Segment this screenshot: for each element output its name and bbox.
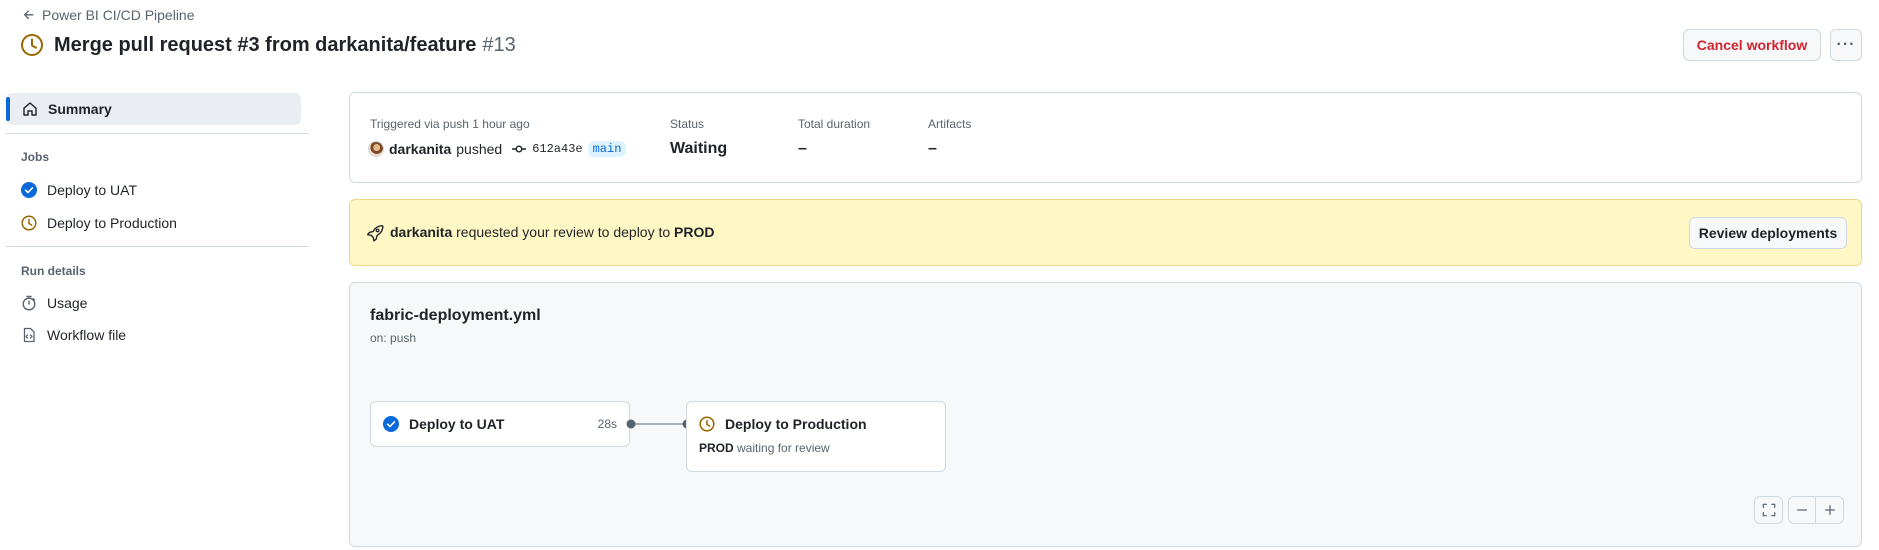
jobs-heading: Jobs <box>21 150 50 164</box>
review-text: requested your review to deploy to <box>456 224 671 240</box>
sidebar-item-label: Summary <box>48 101 112 117</box>
status-label: Status <box>670 117 705 131</box>
job-environment: PROD <box>699 441 734 455</box>
trigger-text: Triggered via push 1 hour ago <box>370 117 530 131</box>
review-deployments-button[interactable]: Review deployments <box>1689 217 1847 249</box>
commit-sha-link[interactable]: 612a43e <box>532 142 582 156</box>
run-details-heading: Run details <box>21 264 86 278</box>
stopwatch-icon <box>21 295 37 311</box>
check-circle-icon <box>383 416 399 432</box>
job-detail: waiting for review <box>737 441 830 455</box>
clock-icon <box>699 416 715 432</box>
review-banner: darkanita requested your review to deplo… <box>349 199 1862 266</box>
workflow-trigger: on: push <box>370 331 417 345</box>
job-duration: 28s <box>597 417 617 431</box>
kebab-horizontal-icon: ··· <box>1836 36 1856 53</box>
zoom-out-button[interactable] <box>1789 497 1816 523</box>
workflow-file-name[interactable]: fabric-deployment.yml <box>370 307 541 325</box>
job-card-deploy-production[interactable]: Deploy to Production PROD waiting for re… <box>686 401 946 472</box>
git-commit-icon <box>511 141 527 157</box>
status-value: Waiting <box>670 140 728 157</box>
job-card-deploy-uat[interactable]: Deploy to UAT 28s <box>370 401 630 447</box>
fullscreen-control <box>1754 496 1783 524</box>
sidebar-item-label: Deploy to Production <box>47 215 177 231</box>
run-summary-card: Triggered via push 1 hour ago darkanita … <box>349 92 1862 183</box>
zoom-in-button[interactable] <box>1816 497 1843 523</box>
workflow-graph: fabric-deployment.yml on: push Deploy to… <box>349 282 1862 547</box>
sidebar-divider <box>6 133 309 134</box>
fullscreen-button[interactable] <box>1755 497 1782 523</box>
page-title: Merge pull request #3 from darkanita/fea… <box>20 33 516 57</box>
sidebar-item-deploy-uat[interactable]: Deploy to UAT <box>21 179 137 201</box>
sidebar-item-usage[interactable]: Usage <box>21 292 87 314</box>
clock-icon <box>21 215 37 231</box>
avatar[interactable] <box>368 141 384 157</box>
run-number: #13 <box>482 33 516 56</box>
job-connector <box>626 419 692 429</box>
job-name: Deploy to UAT <box>409 416 505 432</box>
sidebar-item-label: Workflow file <box>47 327 127 343</box>
file-code-icon <box>21 327 37 343</box>
sidebar-item-label: Usage <box>47 295 88 311</box>
clock-icon <box>20 33 44 57</box>
screen-full-icon <box>1762 503 1776 517</box>
sidebar-item-label: Deploy to UAT <box>47 182 137 198</box>
check-circle-icon <box>21 182 37 198</box>
artifacts-label: Artifacts <box>928 117 972 131</box>
pushed-text: pushed <box>456 141 503 157</box>
sidebar-item-summary[interactable]: Summary <box>6 93 301 125</box>
push-info: darkanita pushed 612a43e main <box>368 141 627 157</box>
sidebar-item-deploy-production[interactable]: Deploy to Production <box>21 212 177 234</box>
sidebar-item-workflow-file[interactable]: Workflow file <box>21 324 126 346</box>
run-title: Merge pull request #3 from darkanita/fea… <box>54 33 477 56</box>
review-message: darkanita requested your review to deplo… <box>390 224 715 240</box>
back-link[interactable]: Power BI CI/CD Pipeline <box>22 7 195 23</box>
review-actor[interactable]: darkanita <box>390 224 452 240</box>
more-options-button[interactable]: ··· <box>1830 29 1862 61</box>
arrow-left-icon <box>22 8 36 22</box>
back-link-label: Power BI CI/CD Pipeline <box>42 7 195 23</box>
dash-icon <box>1795 503 1809 517</box>
cancel-workflow-button[interactable]: Cancel workflow <box>1683 29 1821 61</box>
duration-label: Total duration <box>798 117 871 131</box>
job-name: Deploy to Production <box>725 416 867 432</box>
zoom-controls <box>1788 496 1844 524</box>
sidebar-divider <box>6 246 309 247</box>
plus-icon <box>1823 503 1837 517</box>
review-environment: PROD <box>674 224 715 240</box>
duration-value: – <box>798 140 807 157</box>
branch-label[interactable]: main <box>587 141 627 157</box>
rocket-icon <box>366 224 384 242</box>
home-icon <box>22 101 38 117</box>
artifacts-value: – <box>928 140 937 157</box>
actor-link[interactable]: darkanita <box>389 141 451 157</box>
